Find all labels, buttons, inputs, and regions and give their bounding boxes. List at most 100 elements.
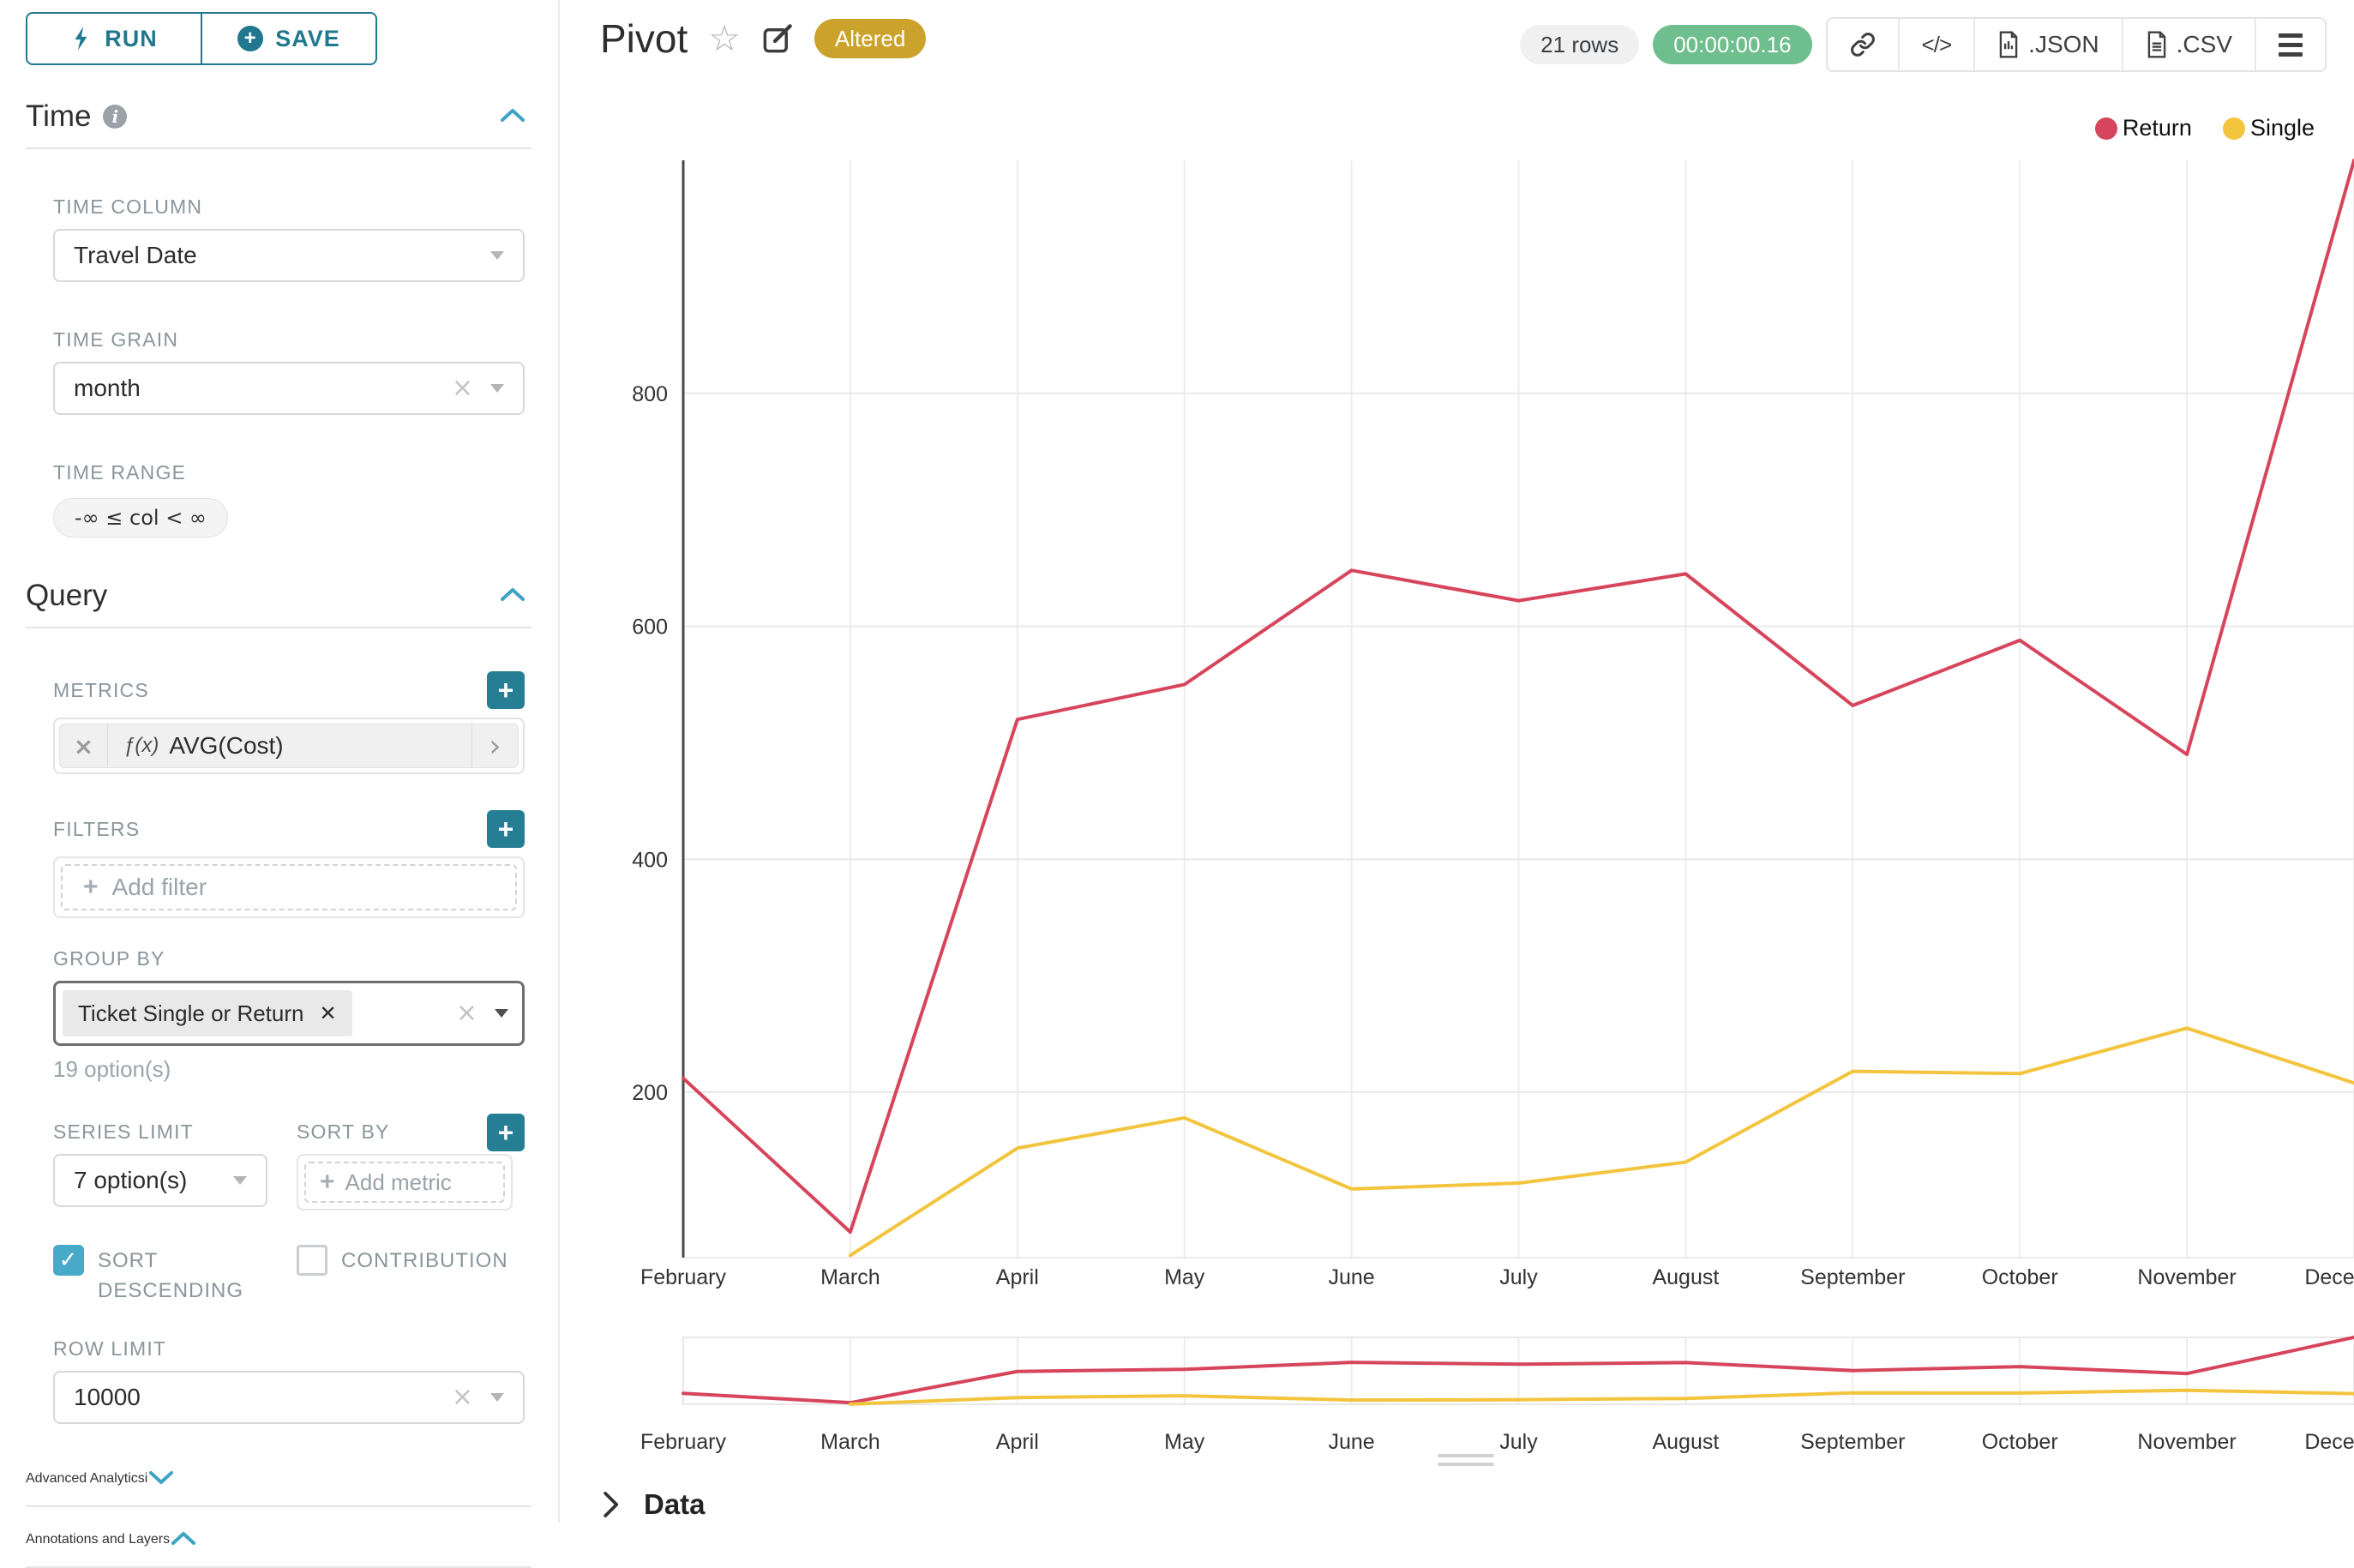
clear-icon[interactable]: × xyxy=(452,375,473,401)
sort-descending-checkbox[interactable]: ✓ SORT DESCENDING xyxy=(53,1245,297,1307)
chevron-down-icon[interactable] xyxy=(147,1469,175,1490)
clear-icon[interactable]: × xyxy=(456,1000,477,1026)
remove-tag-icon[interactable]: ✕ xyxy=(319,1001,336,1025)
plus-icon: + xyxy=(320,1168,335,1197)
preview-tick-label: February xyxy=(640,1430,727,1454)
chart-header: Pivot ☆ Altered xyxy=(600,15,926,62)
y-axis-tick-label: 800 xyxy=(632,382,668,406)
group-by-select[interactable]: Ticket Single or Return ✕ × xyxy=(53,981,525,1046)
add-metric-button[interactable]: + xyxy=(487,671,525,709)
run-button[interactable]: RUN xyxy=(27,14,201,63)
preview-tick-label: July xyxy=(1499,1430,1538,1454)
sort-descending-label: SORT DESCENDING xyxy=(98,1245,261,1307)
group-by-label: GROUP BY xyxy=(53,947,525,970)
row-limit-value: 10000 xyxy=(74,1384,452,1411)
y-axis-tick-label: 600 xyxy=(632,616,668,640)
add-sort-metric-button[interactable]: + xyxy=(487,1114,525,1151)
x-axis-tick-label: October xyxy=(1982,1265,2058,1289)
export-json-label: .JSON xyxy=(2028,31,2099,58)
filters-control: + Add filter xyxy=(53,856,525,918)
metric-pill[interactable]: × ƒ(x) AVG(Cost) › xyxy=(59,724,519,768)
row-limit-label: ROW LIMIT xyxy=(53,1337,525,1361)
y-axis-tick-label: 200 xyxy=(632,1081,668,1105)
add-filter-button[interactable]: + xyxy=(487,810,525,848)
annotations-layers-header[interactable]: Annotations and Layers xyxy=(26,1529,531,1568)
chart-title: Pivot xyxy=(600,15,688,62)
more-options-button[interactable] xyxy=(2255,19,2325,70)
edit-properties-icon[interactable] xyxy=(761,22,794,55)
chevron-right-icon xyxy=(601,1491,620,1518)
chevron-up-icon[interactable] xyxy=(499,586,526,607)
embed-code-button[interactable]: </> xyxy=(1898,19,1974,70)
caret-down-icon xyxy=(490,251,504,260)
time-range-pill[interactable]: -∞ ≤ col < ∞ xyxy=(53,498,228,538)
checkbox-checked-icon: ✓ xyxy=(53,1245,84,1276)
export-button-group: </> .JSON .CSV xyxy=(1826,17,2327,72)
row-limit-select[interactable]: 10000 × xyxy=(53,1371,525,1424)
time-section-header[interactable]: Time i xyxy=(26,99,531,149)
time-column-select[interactable]: Travel Date xyxy=(53,229,525,282)
sort-by-placeholder: Add metric xyxy=(345,1169,452,1196)
add-filter-placeholder: Add filter xyxy=(112,874,207,901)
time-section-title: Time xyxy=(26,99,91,134)
add-filter-dropzone[interactable]: + Add filter xyxy=(61,864,517,910)
metric-value: AVG(Cost) xyxy=(169,732,283,760)
series-line-single xyxy=(850,1028,2354,1255)
favorite-star-icon[interactable]: ☆ xyxy=(708,21,741,57)
contribution-checkbox[interactable]: CONTRIBUTION xyxy=(297,1245,508,1307)
chevron-up-icon[interactable] xyxy=(170,1529,197,1551)
x-axis-tick-label: February xyxy=(640,1265,727,1289)
chevron-up-icon[interactable] xyxy=(499,106,526,128)
export-json-button[interactable]: .JSON xyxy=(1973,19,2121,70)
metrics-control: × ƒ(x) AVG(Cost) › xyxy=(53,718,525,774)
x-axis-tick-label: August xyxy=(1652,1265,1719,1289)
plus-icon: + xyxy=(83,873,99,902)
export-csv-button[interactable]: .CSV xyxy=(2122,19,2255,70)
contribution-label: CONTRIBUTION xyxy=(341,1245,508,1307)
x-axis-tick-label: July xyxy=(1499,1265,1538,1289)
preview-tick-label: September xyxy=(1800,1430,1905,1454)
run-save-button-group: RUN + SAVE xyxy=(26,12,377,65)
x-axis-tick-label: April xyxy=(996,1265,1039,1289)
preview-tick-label: March xyxy=(820,1430,880,1454)
group-by-tag[interactable]: Ticket Single or Return ✕ xyxy=(63,990,352,1036)
caret-down-icon xyxy=(233,1176,247,1185)
data-panel-toggle[interactable]: Data xyxy=(601,1488,706,1521)
query-section-title: Query xyxy=(26,579,107,613)
chevron-right-icon[interactable]: › xyxy=(471,724,518,767)
x-axis-tick-label: December xyxy=(2304,1265,2354,1289)
add-sort-metric-dropzone[interactable]: + Add metric xyxy=(304,1162,505,1203)
clear-icon[interactable]: × xyxy=(452,1385,473,1410)
preview-tick-label: June xyxy=(1328,1430,1374,1454)
series-limit-select[interactable]: 7 option(s) xyxy=(53,1154,267,1207)
chart-panel: Pivot ☆ Altered 21 rows 00:00:00.16 </> … xyxy=(561,0,2354,1523)
panel-resize-handle[interactable] xyxy=(1438,1454,1494,1466)
advanced-analytics-title: Advanced Analytics xyxy=(26,1471,145,1487)
advanced-analytics-header[interactable]: Advanced Analytics i xyxy=(26,1469,531,1507)
metrics-label: METRICS xyxy=(53,679,149,702)
csv-file-icon xyxy=(2146,31,2168,58)
time-range-brush[interactable] xyxy=(683,1334,2354,1408)
time-grain-value: month xyxy=(74,375,452,402)
time-grain-select[interactable]: month × xyxy=(53,362,525,415)
save-button-label: SAVE xyxy=(275,26,340,52)
query-section-body: METRICS + × ƒ(x) AVG(Cost) › FILTERS + +… xyxy=(26,671,525,1424)
remove-metric-icon[interactable]: × xyxy=(60,724,108,767)
link-icon xyxy=(1850,32,1876,57)
preview-tick-label: August xyxy=(1652,1430,1719,1454)
caret-down-icon xyxy=(495,1009,508,1018)
x-axis-tick-label: June xyxy=(1328,1265,1374,1289)
filters-label: FILTERS xyxy=(53,818,140,841)
query-section-header[interactable]: Query xyxy=(26,579,531,628)
altered-badge[interactable]: Altered xyxy=(814,19,926,58)
time-range-label: TIME RANGE xyxy=(53,461,525,484)
preview-tick-label: October xyxy=(1982,1430,2058,1454)
function-icon: ƒ(x) xyxy=(123,734,159,758)
preview-tick-label: April xyxy=(996,1430,1039,1454)
group-by-tag-label: Ticket Single or Return xyxy=(78,1000,303,1027)
save-button[interactable]: + SAVE xyxy=(201,14,375,63)
hamburger-menu-icon xyxy=(2279,33,2303,57)
series-limit-value: 7 option(s) xyxy=(74,1167,233,1194)
copy-link-button[interactable] xyxy=(1828,19,1898,70)
x-axis-tick-label: September xyxy=(1800,1265,1905,1289)
